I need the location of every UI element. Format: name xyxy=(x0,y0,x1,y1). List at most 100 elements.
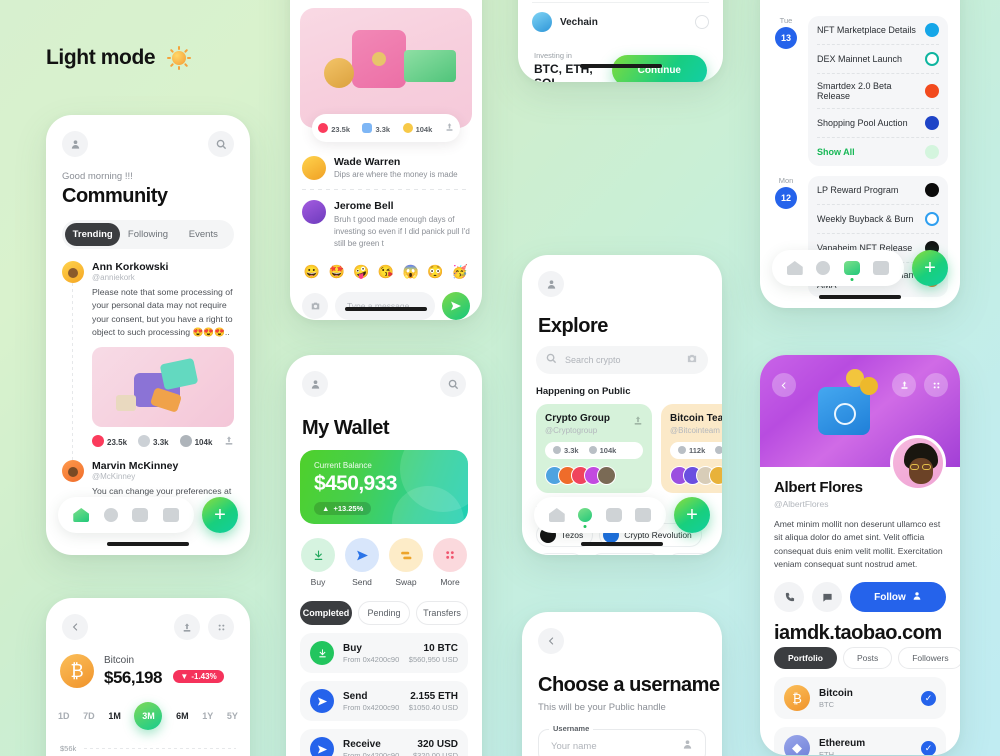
search-input[interactable]: Search crypto xyxy=(536,346,708,374)
emoji-item[interactable]: 🥳 xyxy=(450,262,470,282)
member-count: 112k xyxy=(678,446,705,455)
tab-portfolio[interactable]: Portfolio xyxy=(774,647,837,670)
list-item[interactable]: Smartdex 2.0 Beta Release xyxy=(817,74,939,109)
message-item[interactable]: Wade Warren Dips are where the money is … xyxy=(290,146,482,180)
action-send[interactable]: Send xyxy=(345,538,379,587)
comment-stat[interactable]: 3.3k xyxy=(138,435,169,448)
like-stat[interactable]: 23.5k xyxy=(92,435,127,448)
tab-trending[interactable]: Trending xyxy=(65,223,121,246)
show-all-button[interactable]: Show All xyxy=(817,138,939,166)
search-icon[interactable] xyxy=(208,131,234,157)
add-button[interactable]: + xyxy=(912,250,948,286)
nav-chat-icon[interactable] xyxy=(132,508,149,522)
nav-compass-icon[interactable] xyxy=(816,261,831,275)
range-1m[interactable]: 1M xyxy=(108,711,121,721)
range-3m[interactable]: 3M xyxy=(134,702,163,730)
range-1y[interactable]: 1Y xyxy=(202,711,213,721)
message-icon[interactable] xyxy=(812,582,842,613)
list-item[interactable]: NFT Marketplace Details xyxy=(817,16,939,45)
share-icon[interactable] xyxy=(224,435,234,448)
list-item[interactable]: ₿ Bitcoin BTC ✓ xyxy=(774,677,946,720)
emoji-item[interactable]: 😘 xyxy=(376,262,396,282)
table-row[interactable]: Buy From 0x4200c90 10 BTC $560,950 USD xyxy=(300,633,468,673)
nav-chat-icon[interactable] xyxy=(843,261,860,281)
tab-followers[interactable]: Followers xyxy=(898,647,960,670)
nav-chat-icon[interactable] xyxy=(605,508,622,522)
tab-completed[interactable]: Completed xyxy=(300,601,352,625)
radio-button[interactable] xyxy=(695,15,709,29)
range-6m[interactable]: 6M xyxy=(176,711,189,721)
check-icon[interactable]: ✓ xyxy=(921,690,936,706)
follow-button[interactable]: Follow xyxy=(850,582,946,613)
continue-button[interactable]: Continue xyxy=(611,55,707,82)
avatar xyxy=(302,156,326,180)
share-icon[interactable] xyxy=(445,122,454,134)
comment-stat[interactable]: 3.3k xyxy=(362,122,390,134)
send-button[interactable] xyxy=(442,292,470,320)
share-icon[interactable] xyxy=(633,413,643,431)
emoji-item[interactable]: 😱 xyxy=(401,262,421,282)
list-item[interactable]: DEX Mainnet Launch xyxy=(817,45,939,74)
nav-compass-icon[interactable] xyxy=(578,508,593,528)
group-card[interactable]: Crypto Group @Cryptogroup 3.3k 104k xyxy=(536,404,652,493)
list-item[interactable]: Vechain xyxy=(532,2,709,41)
tab-transfers[interactable]: Transfers xyxy=(416,601,468,625)
add-button[interactable]: + xyxy=(202,497,238,533)
action-buy[interactable]: Buy xyxy=(301,538,335,587)
nav-home-icon[interactable] xyxy=(548,508,565,522)
nav-home-icon[interactable] xyxy=(73,508,90,522)
range-7d[interactable]: 7D xyxy=(83,711,95,721)
action-more[interactable]: More xyxy=(433,538,467,587)
message-input[interactable]: Type a message... xyxy=(335,292,435,320)
like-stat[interactable]: 23.5k xyxy=(318,122,350,134)
tab-pending[interactable]: Pending xyxy=(358,601,410,625)
tag-item[interactable]: Flow xyxy=(667,553,721,555)
range-1d[interactable]: 1D xyxy=(58,711,70,721)
username-field[interactable]: Username Your name xyxy=(538,724,706,756)
tab-following[interactable]: Following xyxy=(120,223,175,246)
share-icon[interactable] xyxy=(892,373,916,397)
tab-posts[interactable]: Posts xyxy=(842,647,893,670)
emoji-item[interactable]: 😀 xyxy=(302,262,322,282)
view-stat[interactable]: 104k xyxy=(402,122,432,134)
table-row[interactable]: Receive From 0x4200c90 320 USD $320.00 U… xyxy=(300,729,468,756)
emoji-item[interactable]: 🤩 xyxy=(327,262,347,282)
camera-icon[interactable] xyxy=(302,293,328,319)
camera-icon[interactable] xyxy=(686,351,698,369)
tag-item[interactable]: Cannabiz xyxy=(590,553,662,555)
check-icon[interactable]: ✓ xyxy=(921,740,936,755)
tag-item[interactable]: Cry xyxy=(536,553,585,555)
nav-compass-icon[interactable] xyxy=(103,508,118,522)
list-item[interactable]: ◆ Ethereum ETH ✓ xyxy=(774,727,946,755)
nav-home-icon[interactable] xyxy=(786,261,803,275)
more-icon[interactable] xyxy=(924,373,948,397)
call-icon[interactable] xyxy=(774,582,804,613)
view-stat[interactable]: 104k xyxy=(179,435,212,448)
profile-avatar-button[interactable] xyxy=(62,131,88,157)
list-item[interactable]: Weekly Buyback & Burn xyxy=(817,205,939,234)
profile-avatar-button[interactable] xyxy=(538,271,564,297)
nav-wallet-icon[interactable] xyxy=(635,508,652,522)
emoji-item[interactable]: 🤪 xyxy=(351,262,371,282)
list-item[interactable]: LP Reward Program xyxy=(817,176,939,205)
range-5y[interactable]: 5Y xyxy=(227,711,238,721)
back-icon[interactable] xyxy=(62,614,88,640)
add-button[interactable]: + xyxy=(674,497,710,533)
back-icon[interactable] xyxy=(538,628,564,654)
message-item[interactable]: Jerome Bell Bruh t good made enough days… xyxy=(290,190,482,250)
action-swap[interactable]: Swap xyxy=(389,538,423,587)
nav-wallet-icon[interactable] xyxy=(162,508,179,522)
nav-wallet-icon[interactable] xyxy=(873,261,890,275)
group-card[interactable]: Bitcoin Team @Bitcointeam 112k xyxy=(661,404,722,493)
tab-events[interactable]: Events xyxy=(176,223,231,246)
balance-card[interactable]: Current Balance $450,933 ▲ +13.25% xyxy=(300,450,468,524)
post-item[interactable]: Ann Korkowski @anniekork Please note tha… xyxy=(62,261,234,448)
more-icon[interactable] xyxy=(208,614,234,640)
share-icon[interactable] xyxy=(174,614,200,640)
back-icon[interactable] xyxy=(772,373,796,397)
table-row[interactable]: Send From 0x4200c90 2.155 ETH $1050.40 U… xyxy=(300,681,468,721)
search-icon[interactable] xyxy=(440,371,466,397)
emoji-item[interactable]: 😳 xyxy=(425,262,445,282)
list-item[interactable]: Shopping Pool Auction xyxy=(817,109,939,138)
profile-avatar-button[interactable] xyxy=(302,371,328,397)
